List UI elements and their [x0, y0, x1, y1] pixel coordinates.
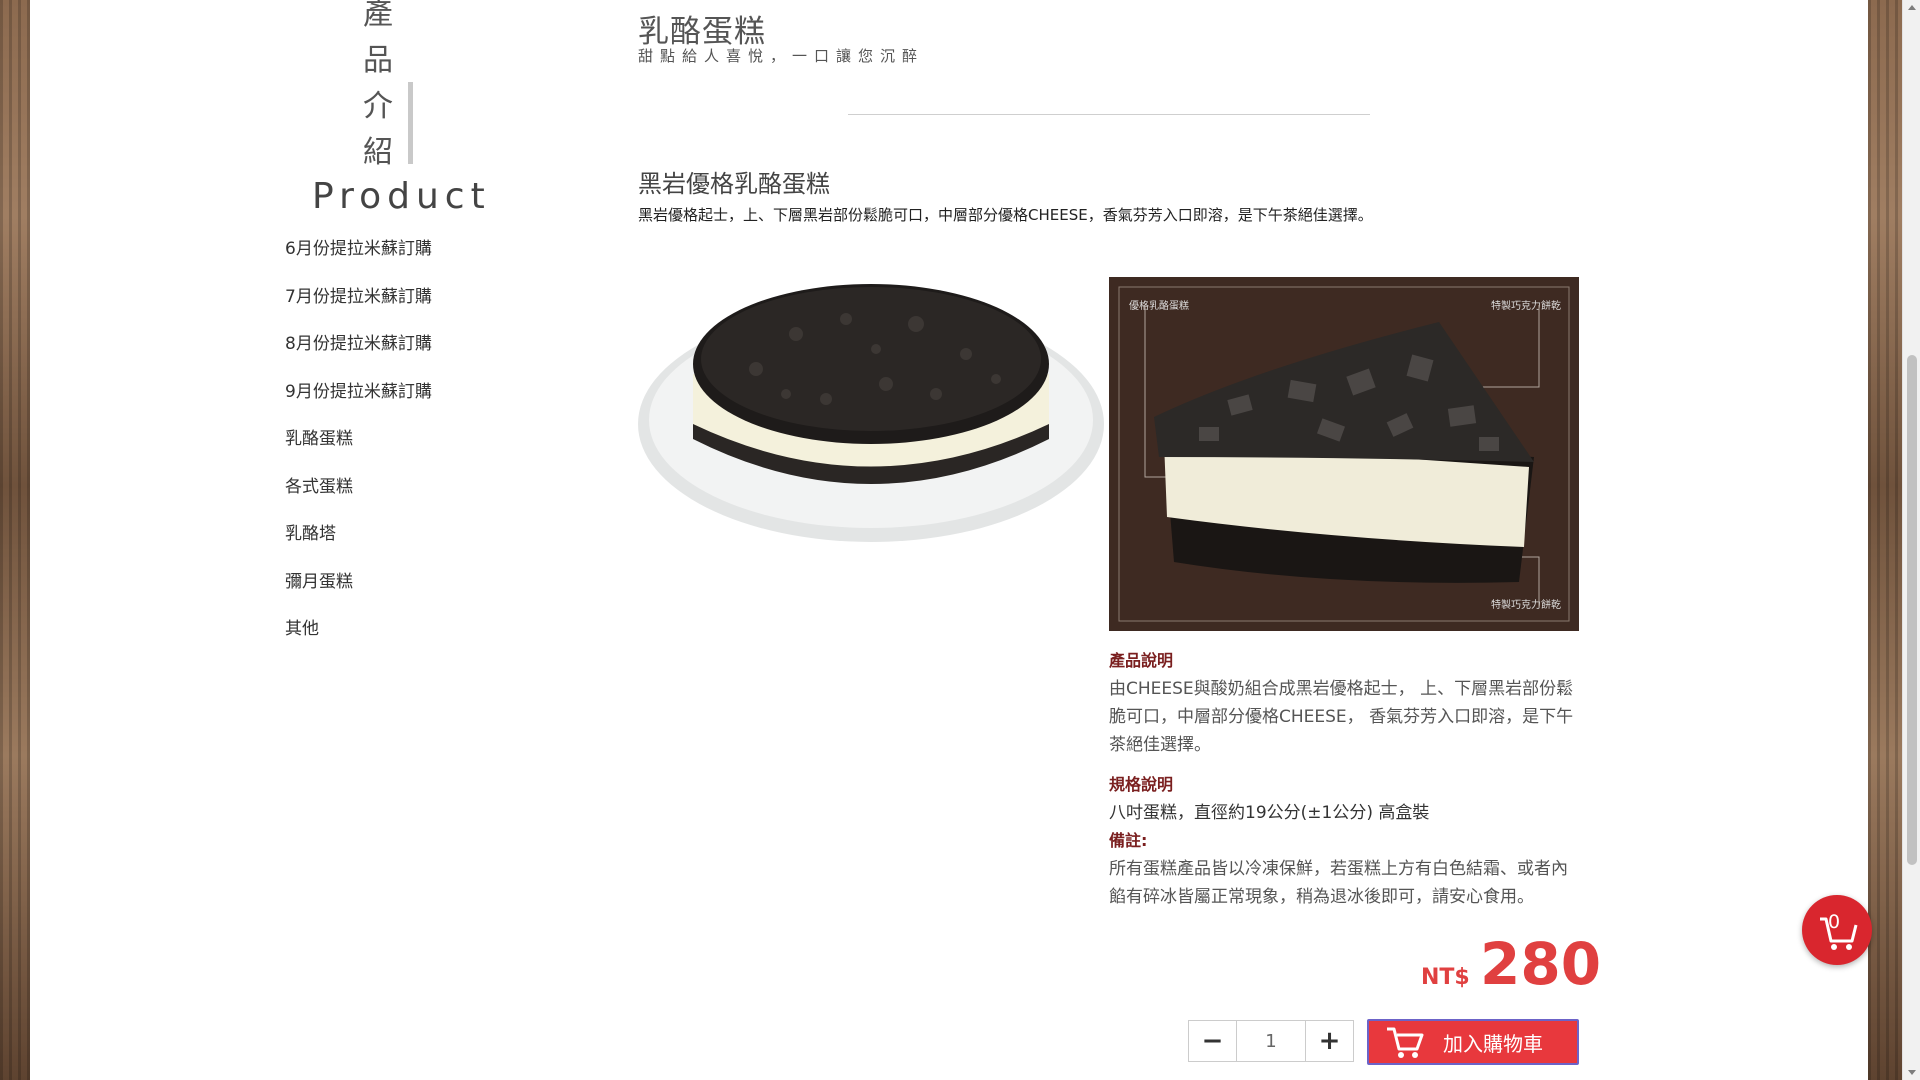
- product-name: 黑岩優格乳酪蛋糕: [638, 170, 830, 198]
- add-to-cart-button[interactable]: 加入購物車: [1367, 1019, 1579, 1065]
- increment-button[interactable]: +: [1305, 1020, 1354, 1062]
- price-currency: NT$: [1421, 965, 1470, 990]
- sidebar-item-cakes[interactable]: 各式蛋糕: [285, 470, 432, 518]
- scroll-up-arrow-icon[interactable]: [1908, 5, 1916, 10]
- wood-background-left: [0, 0, 30, 1080]
- cart-icon: [1387, 1027, 1424, 1058]
- scroll-thumb[interactable]: [1907, 355, 1917, 865]
- sidebar-title-char: 品: [363, 43, 393, 78]
- scroll-down-arrow-icon[interactable]: [1908, 1070, 1916, 1075]
- wood-background-right: [1868, 0, 1902, 1080]
- note-heading: 備註:: [1109, 831, 1148, 850]
- decrement-button[interactable]: −: [1188, 1020, 1237, 1062]
- product-photo: [638, 284, 1104, 542]
- sidebar-item-baby-cake[interactable]: 彌月蛋糕: [285, 565, 432, 613]
- description-heading: 產品說明: [1109, 651, 1174, 670]
- sidebar-item-cheese-tart[interactable]: 乳酪塔: [285, 517, 432, 565]
- spec-body: 八吋蛋糕，直徑約19公分(±1公分) 高盒裝: [1109, 803, 1430, 823]
- sidebar-title-char: 產: [363, 0, 393, 32]
- cake-slice-illustration: [1118, 286, 1570, 622]
- sidebar-title-char: 紹: [363, 135, 393, 170]
- sidebar-item-tiramisu-june[interactable]: 6月份提拉米蘇訂購: [285, 232, 432, 280]
- quantity-input[interactable]: 1: [1237, 1020, 1305, 1062]
- sidebar-title-cn: 產 品 介 紹: [358, 0, 398, 176]
- plus-icon: +: [1318, 1026, 1341, 1056]
- sidebar-menu: 6月份提拉米蘇訂購 7月份提拉米蘇訂購 8月份提拉米蘇訂購 9月份提拉米蘇訂購 …: [285, 232, 432, 660]
- scrollbar[interactable]: [1902, 0, 1920, 1080]
- sidebar-item-cheesecake[interactable]: 乳酪蛋糕: [285, 422, 432, 470]
- sidebar-item-other[interactable]: 其他: [285, 612, 432, 660]
- add-to-cart-label: 加入購物車: [1443, 1031, 1543, 1056]
- sidebar-item-tiramisu-july[interactable]: 7月份提拉米蘇訂購: [285, 280, 432, 328]
- sidebar-item-tiramisu-september[interactable]: 9月份提拉米蘇訂購: [285, 375, 432, 423]
- floating-cart-button[interactable]: 0: [1802, 895, 1872, 965]
- spec-section: 規格說明 八吋蛋糕，直徑約19公分(±1公分) 高盒裝 備註: 所有蛋糕產品皆以…: [1109, 771, 1579, 911]
- cart-count: 0: [1828, 911, 1841, 933]
- sidebar-item-tiramisu-august[interactable]: 8月份提拉米蘇訂購: [285, 327, 432, 375]
- sidebar-title-bar: [408, 82, 413, 164]
- category-subtitle: 甜點給人喜悅，一口讓您沉醉: [638, 47, 925, 65]
- sidebar-title-char: 介: [363, 89, 393, 124]
- product-diagram: 優格乳酪蛋糕 特製巧克力餅乾 特製巧克力餅乾: [1109, 277, 1579, 631]
- price-value: 280: [1480, 930, 1602, 998]
- description-section: 產品說明 由CHEESE與酸奶組合成黑岩優格起士， 上、下層黑岩部份鬆脆可口，中…: [1109, 647, 1579, 759]
- minus-icon: −: [1201, 1026, 1224, 1056]
- spec-heading: 規格說明: [1109, 775, 1174, 794]
- divider: [848, 114, 1370, 115]
- product-short-desc: 黑岩優格起士，上、下層黑岩部份鬆脆可口，中層部分優格CHEESE，香氣芬芳入口即…: [638, 206, 1373, 224]
- description-body: 由CHEESE與酸奶組合成黑岩優格起士， 上、下層黑岩部份鬆脆可口，中層部分優格…: [1109, 679, 1574, 755]
- quantity-stepper: − 1 +: [1188, 1020, 1354, 1062]
- note-body: 所有蛋糕產品皆以冷凍保鮮，若蛋糕上方有白色結霜、或者內餡有碎冰皆屬正常現象，稍為…: [1109, 859, 1568, 907]
- sidebar-title-en: Product: [312, 176, 491, 217]
